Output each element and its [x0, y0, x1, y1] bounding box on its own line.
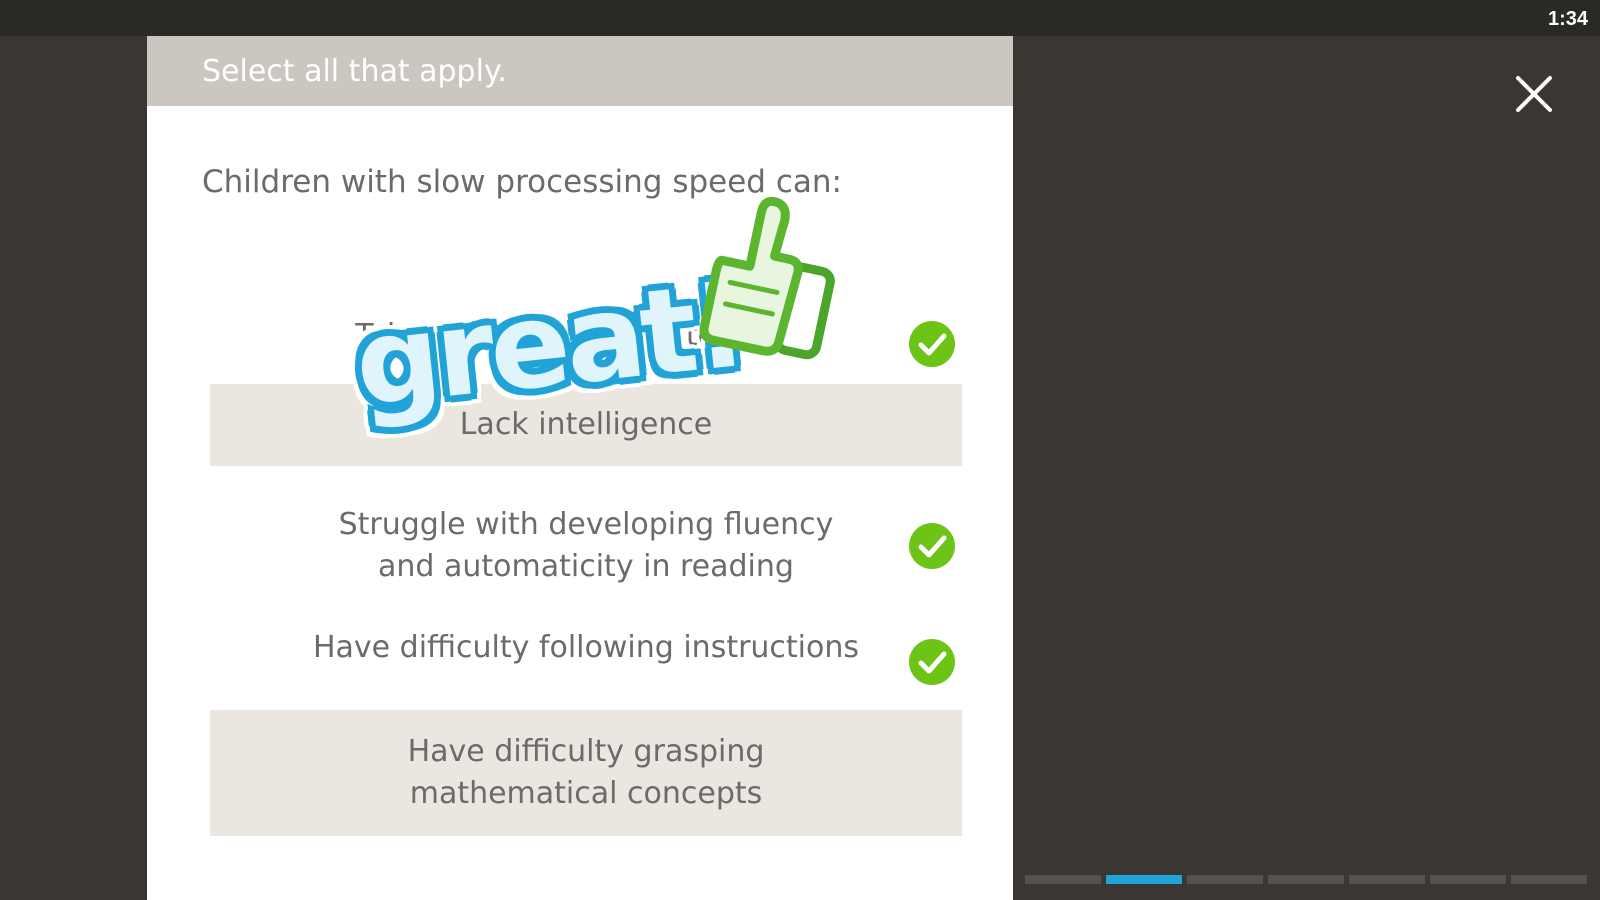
option-math-concepts[interactable]: Have difficulty grasping mathematical co…	[210, 710, 962, 836]
status-clock: 1:34	[1547, 8, 1588, 30]
check-icon	[909, 639, 955, 685]
check-icon	[909, 321, 955, 367]
progress-segment	[1025, 875, 1101, 884]
thumbs-up-icon	[680, 190, 855, 365]
feedback-badge: great!	[349, 190, 855, 450]
status-bar: 1:34	[0, 0, 1600, 36]
option-struggle-fluency[interactable]: Struggle with developing fluency and aut…	[210, 504, 962, 588]
progress-segment	[1268, 875, 1344, 884]
progress-segment	[1430, 875, 1506, 884]
option-follow-instructions[interactable]: Have difficulty following instructions	[210, 624, 962, 672]
quiz-panel: Select all that apply. Children with slo…	[147, 36, 1013, 900]
progress-segment	[1349, 875, 1425, 884]
instruction-text: Select all that apply.	[202, 54, 507, 89]
progress-segment	[1187, 875, 1263, 884]
close-icon	[1516, 76, 1552, 112]
option-label: Struggle with developing fluency and aut…	[338, 507, 834, 584]
progress-segment-active	[1106, 875, 1182, 884]
check-icon	[909, 523, 955, 569]
progress-segment	[1511, 875, 1587, 884]
option-label: Have difficulty grasping mathematical co…	[407, 734, 765, 811]
close-button[interactable]	[1514, 74, 1554, 114]
instruction-bar: Select all that apply.	[147, 36, 1013, 106]
option-label: Have difficulty following instructions	[312, 630, 860, 665]
progress-indicator	[1025, 875, 1587, 885]
